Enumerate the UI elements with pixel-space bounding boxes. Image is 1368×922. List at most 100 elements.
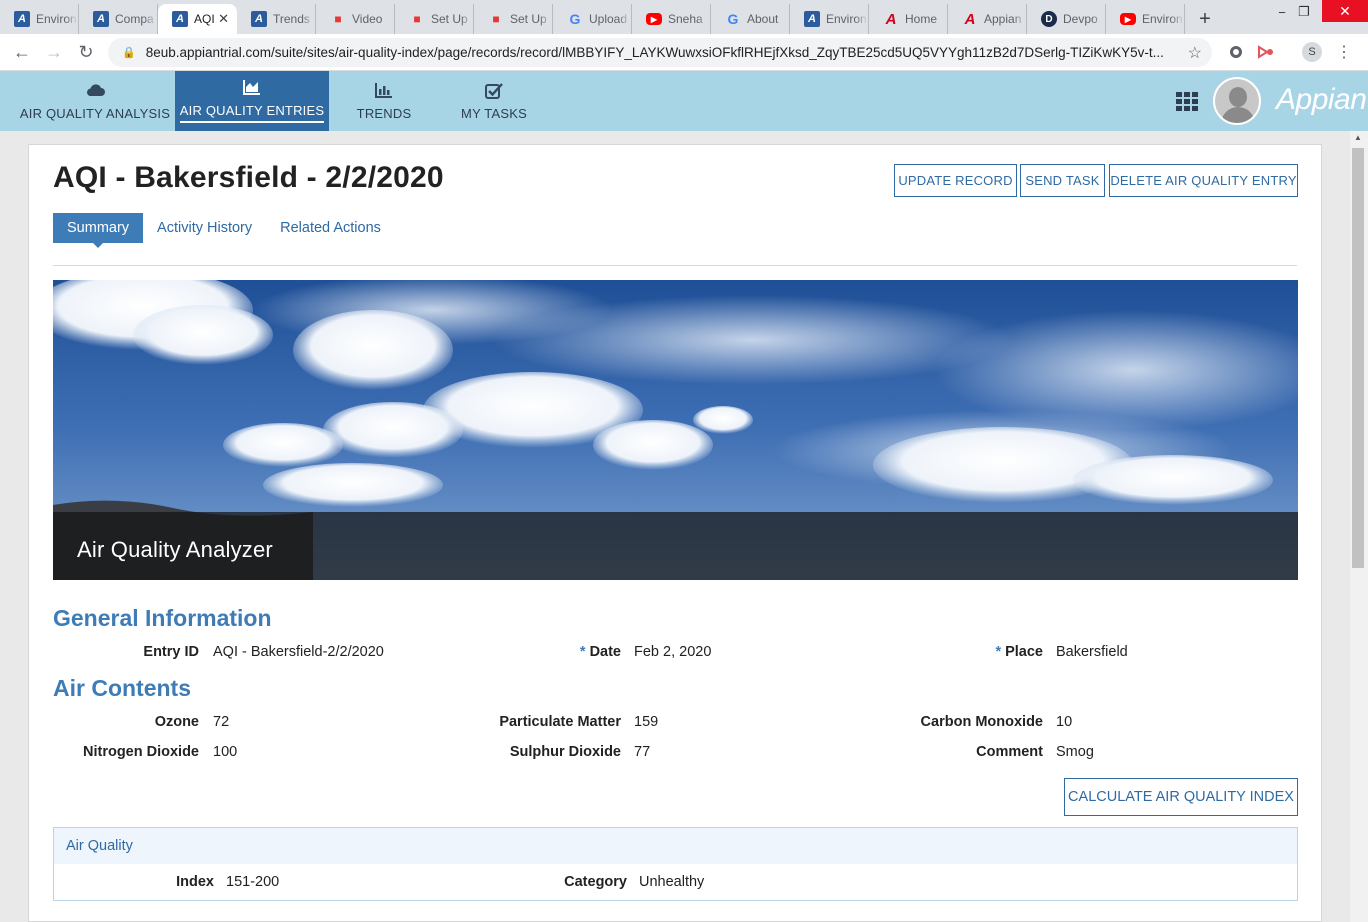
nitrogen-dioxide-value: 100 bbox=[213, 744, 238, 760]
app-grid-icon[interactable] bbox=[1176, 92, 1198, 111]
sulphur-dioxide-label: Sulphur Dioxide bbox=[509, 744, 621, 760]
tab-title: Sneha bbox=[668, 12, 703, 26]
profile-avatar[interactable]: S bbox=[1302, 42, 1322, 62]
air-quality-box: Air Quality Index 151-200 Category Unhea… bbox=[53, 827, 1298, 901]
tab-favicon-icon: ▶ bbox=[646, 13, 662, 25]
tab-favicon-icon: A bbox=[804, 11, 820, 27]
ozone-value: 72 bbox=[213, 714, 230, 730]
tab-title: Devpo bbox=[1063, 12, 1098, 26]
nav-air-quality-analysis[interactable]: AIR QUALITY ANALYSIS bbox=[18, 71, 172, 131]
nav-label: MY TASKS bbox=[461, 105, 527, 121]
browser-tab[interactable]: A Environ bbox=[790, 4, 869, 34]
browser-tab[interactable]: ▶ Sneha bbox=[632, 4, 711, 34]
tab-title: Set Up bbox=[431, 12, 468, 26]
banner-caption-bar: Air Quality Analyzer bbox=[53, 512, 1298, 580]
browser-tab[interactable]: A AQI ✕ bbox=[158, 4, 237, 34]
page-title: AQI - Bakersfield - 2/2/2020 bbox=[53, 161, 444, 194]
back-icon[interactable]: ← bbox=[6, 36, 38, 68]
banner-caption: Air Quality Analyzer bbox=[77, 537, 273, 562]
tab-favicon-icon: A bbox=[172, 11, 188, 27]
tab-related-actions[interactable]: Related Actions bbox=[266, 213, 395, 243]
tab-summary[interactable]: Summary bbox=[53, 213, 144, 248]
nav-label: TRENDS bbox=[356, 105, 412, 121]
tab-title: Environ bbox=[1142, 12, 1183, 26]
restore-icon[interactable]: ❐ bbox=[1284, 0, 1324, 24]
tab-favicon-icon: G bbox=[727, 11, 739, 27]
comment-label: Comment bbox=[976, 744, 1043, 760]
scroll-up-arrow-icon[interactable]: ▲ bbox=[1352, 133, 1364, 143]
comment-value: Smog bbox=[1056, 744, 1094, 760]
update-record-button[interactable]: UPDATE RECORD bbox=[894, 164, 1017, 197]
url-field[interactable]: 🔒 8eub.appiantrial.com/suite/sites/air-q… bbox=[108, 38, 1212, 67]
extension-icon[interactable] bbox=[1226, 42, 1246, 62]
carbon-monoxide-value: 10 bbox=[1056, 714, 1073, 730]
category-value: Unhealthy bbox=[639, 874, 705, 890]
check-square-icon bbox=[484, 82, 504, 102]
tab-title: Environ bbox=[826, 12, 867, 26]
tab-title: Upload bbox=[589, 12, 628, 26]
browser-tab[interactable]: A Environ bbox=[0, 4, 79, 34]
tab-favicon-icon: A bbox=[251, 11, 267, 27]
category-label: Category bbox=[564, 874, 627, 890]
sulphur-dioxide-value: 77 bbox=[634, 744, 651, 760]
calculate-aqi-button[interactable]: CALCULATE AIR QUALITY INDEX bbox=[1064, 778, 1298, 816]
tab-title: Appian bbox=[984, 12, 1022, 26]
reload-icon[interactable]: ↻ bbox=[70, 36, 102, 68]
user-avatar[interactable] bbox=[1213, 77, 1261, 125]
tab-favicon-icon: ■ bbox=[492, 12, 500, 26]
tab-favicon-icon: G bbox=[569, 11, 581, 27]
browser-tab[interactable]: A Appian bbox=[948, 4, 1027, 34]
carbon-monoxide-label: Carbon Monoxide bbox=[920, 714, 1043, 730]
browser-tab[interactable]: D Devpo bbox=[1027, 4, 1106, 34]
browser-tab[interactable]: ■ Set Up bbox=[395, 4, 474, 34]
tab-favicon-icon: A bbox=[885, 10, 897, 28]
entry-id-value: AQI - Bakersfield-2/2/2020 bbox=[213, 644, 384, 660]
tab-favicon-icon: A bbox=[93, 11, 109, 27]
air-quality-box-header: Air Quality bbox=[54, 828, 1297, 864]
tab-favicon-icon: A bbox=[964, 10, 976, 28]
sky-banner-image: Air Quality Analyzer bbox=[53, 280, 1298, 580]
tab-favicon-icon: ▶ bbox=[1120, 13, 1136, 25]
browser-tab[interactable]: G About bbox=[711, 4, 790, 34]
browser-menu-icon[interactable]: ⋮ bbox=[1334, 42, 1354, 62]
browser-tab[interactable]: ■ Set Up bbox=[474, 4, 553, 34]
tab-title: AQI bbox=[194, 12, 215, 26]
bookmark-star-icon[interactable]: ☆ bbox=[1188, 43, 1202, 63]
date-label: * Date bbox=[579, 644, 621, 660]
tab-title: Home bbox=[905, 12, 938, 26]
cast-extension-icon[interactable] bbox=[1256, 42, 1276, 62]
index-value: 151-200 bbox=[226, 874, 280, 890]
area-chart-icon bbox=[242, 79, 262, 99]
nav-label: AIR QUALITY ENTRIES bbox=[179, 103, 325, 123]
tab-favicon-icon: D bbox=[1041, 11, 1057, 27]
nav-air-quality-entries[interactable]: AIR QUALITY ENTRIES bbox=[175, 71, 329, 131]
window-close-button[interactable]: ✕ bbox=[1322, 0, 1368, 22]
browser-tab[interactable]: A Compa bbox=[79, 4, 158, 34]
nav-my-tasks[interactable]: MY TASKS bbox=[452, 71, 536, 131]
tab-close-icon[interactable]: ✕ bbox=[218, 11, 229, 27]
particulate-matter-value: 159 bbox=[634, 714, 659, 730]
tab-title: Environ bbox=[36, 12, 77, 26]
new-tab-button[interactable]: + bbox=[1185, 4, 1225, 34]
nav-trends[interactable]: TRENDS bbox=[344, 71, 424, 131]
address-bar: ← → ↻ 🔒 8eub.appiantrial.com/suite/sites… bbox=[0, 34, 1368, 71]
tab-title: Compa bbox=[115, 12, 154, 26]
entry-id-label: Entry ID bbox=[143, 644, 199, 660]
tab-favicon-icon: ■ bbox=[334, 12, 342, 26]
browser-tab[interactable]: ▶ Environ bbox=[1106, 4, 1185, 34]
app-header: AIR QUALITY ANALYSIS AIR QUALITY ENTRIES… bbox=[0, 71, 1368, 131]
forward-icon[interactable]: → bbox=[38, 36, 70, 68]
url-text: 8eub.appiantrial.com/suite/sites/air-qua… bbox=[145, 45, 1164, 60]
appian-logo: Appian bbox=[1276, 83, 1367, 116]
browser-tab[interactable]: A Trends bbox=[237, 4, 316, 34]
delete-entry-button[interactable]: DELETE AIR QUALITY ENTRY bbox=[1109, 164, 1298, 197]
browser-tab[interactable]: G Upload bbox=[553, 4, 632, 34]
send-task-button[interactable]: SEND TASK bbox=[1020, 164, 1105, 197]
index-label: Index bbox=[176, 874, 214, 890]
section-general-information: General Information bbox=[53, 605, 272, 631]
scrollbar-thumb[interactable] bbox=[1352, 148, 1364, 568]
record-card: AQI - Bakersfield - 2/2/2020 UPDATE RECO… bbox=[28, 144, 1322, 922]
tab-activity-history[interactable]: Activity History bbox=[143, 213, 266, 243]
browser-tab[interactable]: A Home bbox=[869, 4, 948, 34]
browser-tab[interactable]: ■ Video bbox=[316, 4, 395, 34]
